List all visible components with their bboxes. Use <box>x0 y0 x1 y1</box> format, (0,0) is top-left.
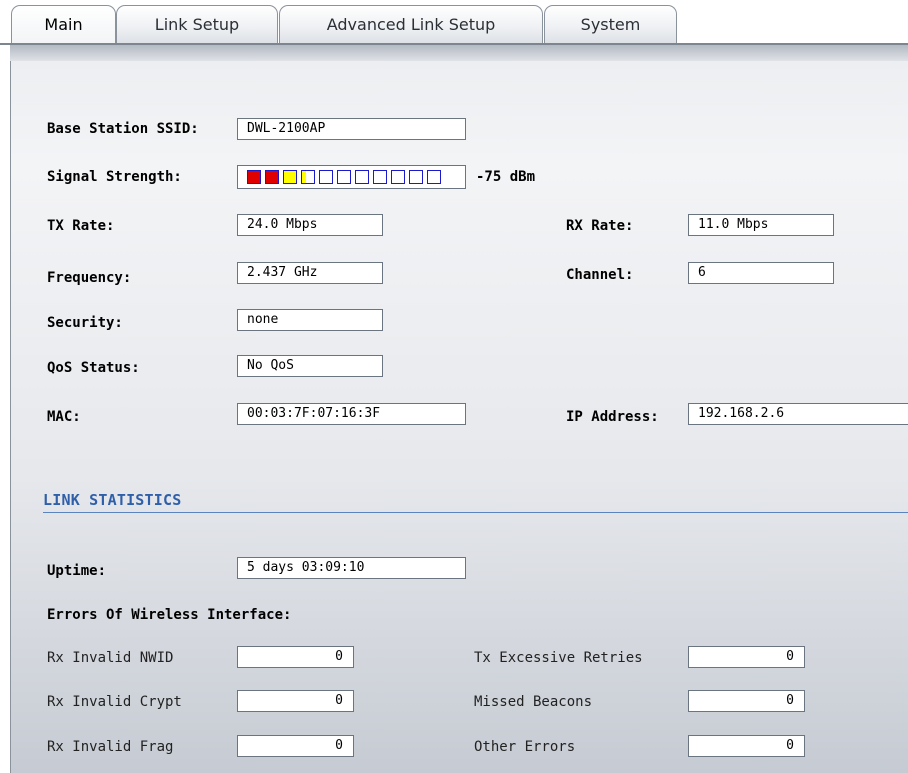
uptime-label: Uptime: <box>47 563 107 579</box>
rx-rate-field: 11.0 Mbps <box>688 214 834 236</box>
rx-invalid-nwid-label: Rx Invalid NWID <box>47 650 174 666</box>
section-divider <box>43 512 908 513</box>
signal-bar <box>319 170 333 184</box>
signal-bar <box>427 170 441 184</box>
ip-address-field: 192.168.2.6 <box>688 403 908 425</box>
panel-header-shade <box>10 45 908 61</box>
uptime-field: 5 days 03:09:10 <box>237 557 466 579</box>
ssid-field: DWL-2100AP <box>237 118 466 140</box>
mac-label: MAC: <box>47 409 81 425</box>
tab-link-setup[interactable]: Link Setup <box>116 5 278 43</box>
mac-field: 00:03:7F:07:16:3F <box>237 403 466 425</box>
tab-system[interactable]: System <box>544 5 677 43</box>
signal-strength-label: Signal Strength: <box>47 169 182 185</box>
signal-bar <box>247 170 261 184</box>
tab-main[interactable]: Main <box>11 5 116 43</box>
signal-bar <box>265 170 279 184</box>
signal-strength-value: -75 dBm <box>476 169 536 185</box>
other-errors-label: Other Errors <box>474 739 576 755</box>
rx-invalid-nwid-field: 0 <box>237 646 354 668</box>
tx-rate-label: TX Rate: <box>47 218 115 234</box>
signal-bar <box>391 170 405 184</box>
tx-excessive-retries-field: 0 <box>688 646 805 668</box>
security-label: Security: <box>47 315 123 331</box>
ip-address-label: IP Address: <box>566 409 659 425</box>
link-statistics-title: LINK STATISTICS <box>43 491 182 509</box>
rx-invalid-frag-label: Rx Invalid Frag <box>47 739 174 755</box>
qos-status-label: QoS Status: <box>47 360 140 376</box>
signal-bar <box>355 170 369 184</box>
frequency-label: Frequency: <box>47 270 132 286</box>
rx-invalid-crypt-label: Rx Invalid Crypt <box>47 694 182 710</box>
signal-bar <box>283 170 297 184</box>
security-field: none <box>237 309 383 331</box>
errors-heading: Errors Of Wireless Interface: <box>47 607 292 623</box>
frequency-field: 2.437 GHz <box>237 262 383 284</box>
other-errors-field: 0 <box>688 735 805 757</box>
tx-excessive-retries-label: Tx Excessive Retries <box>474 650 643 666</box>
signal-bar <box>409 170 423 184</box>
signal-bar <box>373 170 387 184</box>
rx-rate-label: RX Rate: <box>566 218 634 234</box>
tab-advanced-link-setup[interactable]: Advanced Link Setup <box>279 5 543 43</box>
rx-invalid-crypt-field: 0 <box>237 690 354 712</box>
tab-bar: Main Link Setup Advanced Link Setup Syst… <box>0 0 908 45</box>
channel-label: Channel: <box>566 267 634 283</box>
tx-rate-field: 24.0 Mbps <box>237 214 383 236</box>
channel-field: 6 <box>688 262 834 284</box>
signal-bar <box>301 170 315 184</box>
rx-invalid-frag-field: 0 <box>237 735 354 757</box>
signal-bar <box>337 170 351 184</box>
qos-status-field: No QoS <box>237 355 383 377</box>
ssid-label: Base Station SSID: <box>47 121 199 137</box>
missed-beacons-label: Missed Beacons <box>474 694 593 710</box>
missed-beacons-field: 0 <box>688 690 805 712</box>
signal-strength-meter <box>237 165 466 189</box>
